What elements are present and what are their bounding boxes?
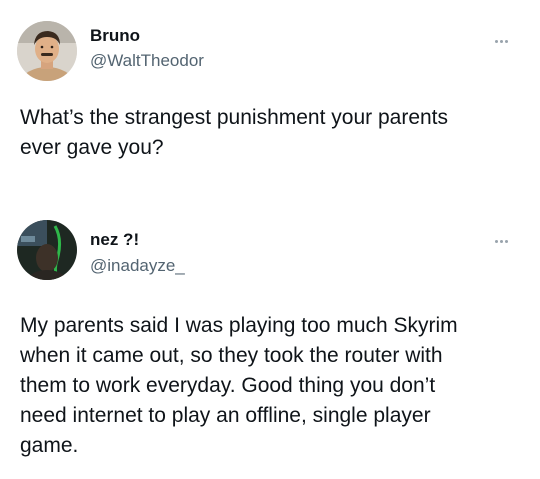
dot: [504, 39, 508, 43]
dot: [499, 39, 503, 43]
dot: [494, 239, 498, 243]
avatar[interactable]: [17, 220, 77, 280]
post: Bruno @WaltTheodor What’s the strangest …: [0, 0, 540, 200]
profile-photo-icon: [17, 21, 77, 81]
dot: [494, 39, 498, 43]
dot: [499, 239, 503, 243]
display-name[interactable]: Bruno: [90, 26, 140, 46]
post-text: What’s the strangest punishment your par…: [20, 106, 449, 159]
more-options-icon[interactable]: [490, 34, 512, 48]
post-text: My parents said I was playing too much S…: [20, 314, 458, 457]
more-options-icon[interactable]: [490, 234, 512, 248]
display-name[interactable]: nez ?!: [90, 230, 139, 250]
avatar[interactable]: [17, 21, 77, 81]
dot: [504, 239, 508, 243]
profile-photo-icon: [17, 220, 77, 280]
user-handle[interactable]: @WaltTheodor: [90, 51, 204, 71]
post: nez ?! @inadayze_ My parents said I was …: [0, 200, 540, 479]
user-handle[interactable]: @inadayze_: [90, 256, 185, 276]
